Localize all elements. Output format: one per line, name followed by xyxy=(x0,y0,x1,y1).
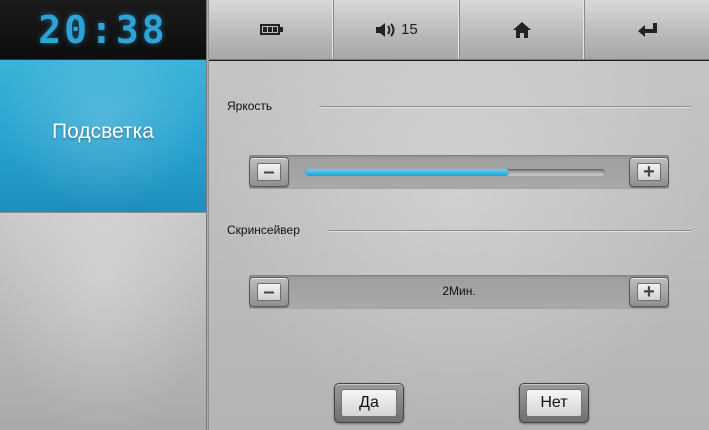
battery-icon xyxy=(259,24,283,35)
back-button[interactable] xyxy=(585,0,709,59)
top-toolbar: 15 xyxy=(209,0,709,60)
screensaver-label: Скринсейвер xyxy=(227,223,300,237)
brightness-slider[interactable] xyxy=(305,169,605,176)
home-button[interactable] xyxy=(460,0,585,59)
brightness-increase-button[interactable]: + xyxy=(629,157,669,187)
back-arrow-icon xyxy=(637,22,657,37)
screensaver-divider xyxy=(329,230,691,231)
home-icon xyxy=(512,21,531,38)
brightness-decrease-button[interactable]: – xyxy=(249,157,289,187)
plus-icon: + xyxy=(637,282,661,302)
ok-button-label: Да xyxy=(341,389,397,417)
settings-panel: Яркость – + Скринсейвер – 2Мин. + Да Нет xyxy=(209,61,709,430)
brightness-label: Яркость xyxy=(227,99,273,113)
brightness-slider-fill xyxy=(305,169,509,176)
volume-button[interactable]: 15 xyxy=(334,0,460,59)
minus-icon: – xyxy=(257,162,281,182)
screensaver-control: – 2Мин. + xyxy=(249,275,669,309)
battery-button[interactable] xyxy=(209,0,335,59)
volume-level: 15 xyxy=(401,21,418,38)
brightness-divider xyxy=(319,106,691,107)
ok-button[interactable]: Да xyxy=(334,383,404,423)
screensaver-increase-button[interactable]: + xyxy=(629,277,669,307)
sidebar-empty-area xyxy=(0,212,206,430)
sidebar-item-label: Подсветка xyxy=(52,120,154,143)
cancel-button-label: Нет xyxy=(526,389,582,417)
clock-time: 20:38 xyxy=(38,7,168,52)
brightness-control: – + xyxy=(249,155,669,189)
sidebar-item-backlight[interactable]: Подсветка xyxy=(0,60,206,212)
volume-icon xyxy=(376,22,395,37)
clock-display: 20:38 xyxy=(0,0,206,60)
plus-icon: + xyxy=(637,162,661,182)
screensaver-value: 2Мин. xyxy=(442,284,476,298)
cancel-button[interactable]: Нет xyxy=(519,383,589,423)
